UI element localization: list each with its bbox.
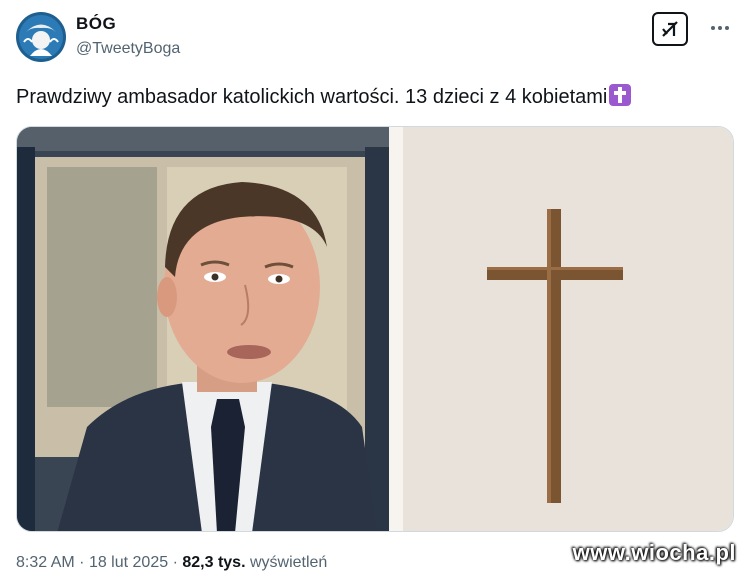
display-name[interactable]: BÓG <box>76 14 180 34</box>
tweet-text-body: Prawdziwy ambasador katolickich wartości… <box>16 86 608 108</box>
handle[interactable]: @TweetyBoga <box>76 40 180 58</box>
meta-separator: · <box>172 554 178 571</box>
views-count: 82,3 tys. <box>182 554 246 571</box>
views-label: wyświetleń <box>249 554 328 571</box>
tweet-text: Prawdziwy ambasador katolickich wartości… <box>16 84 734 110</box>
tweet: BÓG @TweetyBoga Prawdziwy ambasador kato… <box>0 0 750 578</box>
tweet-meta: 8:32 AM · 18 lut 2025 · 82,3 tys. wyświe… <box>16 554 327 572</box>
watermark: www.wiocha.pl <box>572 540 736 565</box>
author-block: BÓG @TweetyBoga <box>76 14 180 58</box>
latin-cross-emoji <box>609 84 632 106</box>
tweet-media[interactable] <box>16 126 734 532</box>
media-image <box>17 127 733 531</box>
tweet-time[interactable]: 8:32 AM <box>16 554 75 571</box>
tweet-date[interactable]: 18 lut 2025 <box>89 554 168 571</box>
more-options-icon[interactable] <box>706 18 734 38</box>
avatar-image <box>16 12 66 62</box>
grok-button[interactable] <box>652 12 688 46</box>
avatar[interactable] <box>16 12 66 62</box>
tweet-header: BÓG @TweetyBoga <box>16 12 734 64</box>
grok-icon <box>662 21 678 37</box>
meta-separator: · <box>79 554 85 571</box>
